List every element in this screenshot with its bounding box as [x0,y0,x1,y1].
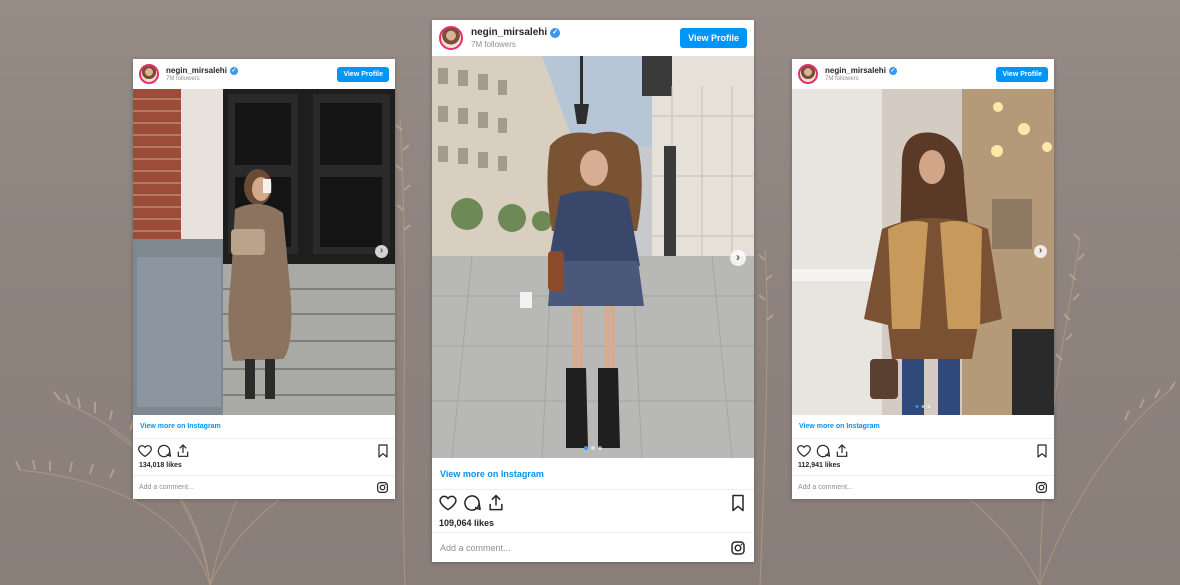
like-count: 109,064 likes [439,518,495,528]
heart-icon[interactable] [137,443,153,459]
add-comment-input[interactable]: Add a comment... [798,484,853,491]
post-header: negin_mirsalehi ✓ 7M followers View Prof… [133,59,395,89]
comment-icon[interactable] [156,443,172,459]
add-comment-input[interactable]: Add a comment... [440,543,511,553]
username[interactable]: negin_mirsalehi [166,66,227,75]
comment-bar: Add a comment... [432,532,754,562]
add-comment-input[interactable]: Add a comment... [139,484,194,491]
follower-count: 7M followers [825,76,859,82]
post-photo-image [432,56,754,458]
like-count: 134,018 likes [139,462,182,469]
instagram-embed-post-1: negin_mirsalehi ✓ 7M followers View Prof… [133,59,395,499]
view-more-on-instagram-link[interactable]: View more on Instagram [133,415,395,439]
view-profile-button[interactable]: View Profile [337,66,389,82]
instagram-logo-icon[interactable] [730,540,746,556]
next-photo-button[interactable]: › [1034,245,1047,258]
username[interactable]: negin_mirsalehi [471,27,547,38]
heart-icon[interactable] [438,493,458,513]
comment-bar: Add a comment... [133,475,395,499]
avatar[interactable] [139,64,159,84]
post-photo[interactable]: › [133,89,395,415]
next-photo-button[interactable]: › [375,245,388,258]
share-icon[interactable] [175,443,191,459]
post-photo[interactable]: › [432,56,754,458]
comment-icon[interactable] [815,443,831,459]
verified-badge-icon: ✓ [550,27,561,38]
view-more-on-instagram-link[interactable]: View more on Instagram [432,458,754,490]
next-photo-button[interactable]: › [730,250,746,266]
comment-bar: Add a comment... [792,475,1054,499]
share-icon[interactable] [834,443,850,459]
instagram-embed-post-3: negin_mirsalehi ✓ 7M followers View Prof… [792,59,1054,499]
action-bar [792,442,1054,460]
bookmark-icon[interactable] [1034,443,1050,459]
post-header: negin_mirsalehi ✓ 7M followers View Prof… [792,59,1054,89]
view-profile-button[interactable]: View Profile [680,28,747,48]
follower-count: 7M followers [471,40,516,49]
comment-icon[interactable] [462,493,482,513]
heart-icon[interactable] [796,443,812,459]
post-photo[interactable]: › [792,89,1054,415]
post-photo-image [792,89,1054,415]
action-bar [133,442,395,460]
view-profile-button[interactable]: View Profile [996,66,1048,82]
action-bar [432,492,754,514]
instagram-logo-icon[interactable] [1035,481,1048,494]
avatar[interactable] [798,64,818,84]
carousel-dots [584,446,602,450]
follower-count: 7M followers [166,76,200,82]
avatar[interactable] [439,26,463,50]
view-more-on-instagram-link[interactable]: View more on Instagram [792,415,1054,439]
instagram-logo-icon[interactable] [376,481,389,494]
carousel-dots [915,405,931,408]
verified-badge-icon: ✓ [888,66,897,75]
post-header: negin_mirsalehi ✓ 7M followers View Prof… [432,20,754,56]
username[interactable]: negin_mirsalehi [825,66,886,75]
instagram-embed-post-2: negin_mirsalehi ✓ 7M followers View Prof… [432,20,754,562]
bookmark-icon[interactable] [728,493,748,513]
verified-badge-icon: ✓ [229,66,238,75]
bookmark-icon[interactable] [375,443,391,459]
share-icon[interactable] [486,493,506,513]
post-photo-image [133,89,395,415]
like-count: 112,941 likes [798,462,841,469]
